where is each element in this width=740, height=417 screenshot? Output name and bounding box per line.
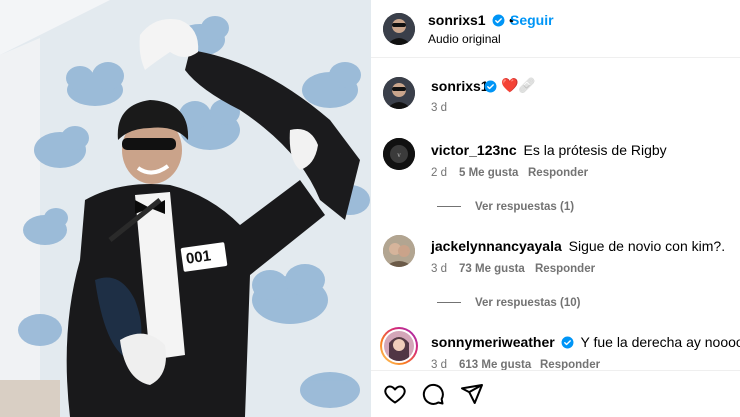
post-header: sonrixs1 • Seguir Audio original	[371, 0, 740, 58]
caption-username[interactable]: sonrixs1	[431, 78, 489, 94]
reply-button[interactable]: Responder	[535, 263, 595, 275]
verified-badge-icon	[492, 14, 505, 27]
comment-avatar[interactable]	[383, 235, 415, 267]
replies-divider	[437, 206, 461, 208]
comment-username[interactable]: jackelynnancyayala	[431, 238, 562, 254]
comment-text: Es la prótesis de Rigby	[523, 142, 667, 158]
comment-text: Sigue de novio con kim?.	[568, 238, 726, 254]
reply-button[interactable]: Responder	[528, 167, 588, 179]
author-avatar[interactable]	[383, 13, 415, 45]
paper-plane-icon[interactable]	[460, 382, 484, 406]
heart-icon[interactable]	[383, 382, 407, 406]
comment-line: sonnymeriweather Y fue la derecha ay noo…	[431, 334, 740, 350]
follow-button[interactable]: Seguir	[510, 12, 554, 28]
number-badge-text: 001	[184, 247, 213, 268]
comment-age: 3 d	[431, 359, 447, 370]
replies-divider	[437, 302, 461, 304]
caption-text: ❤️🩹	[501, 77, 536, 93]
comment-age: 3 d	[431, 263, 447, 275]
comment-username[interactable]: victor_123nc	[431, 142, 517, 158]
comment-likes[interactable]: 73 Me gusta	[459, 263, 525, 275]
comments-section: sonrixs1 ❤️🩹 3 d v victor_123nc Es la pr…	[371, 58, 740, 370]
comment-username[interactable]: sonnymeriweather	[431, 334, 555, 350]
view-replies-label: Ver respuestas (10)	[475, 297, 581, 309]
caption-avatar[interactable]	[383, 77, 415, 109]
verified-badge-icon	[561, 336, 574, 349]
comment-line: jackelynnancyayala Sigue de novio con ki…	[431, 238, 725, 254]
story-ring[interactable]	[380, 327, 418, 365]
post-actions	[371, 370, 740, 417]
view-replies-label: Ver respuestas (1)	[475, 201, 575, 213]
author-username[interactable]: sonrixs1	[428, 12, 486, 28]
comment-avatar	[384, 331, 414, 361]
reply-button[interactable]: Responder	[540, 359, 600, 370]
view-replies-button[interactable]: Ver respuestas (1)	[437, 201, 574, 213]
view-replies-button[interactable]: Ver respuestas (10)	[437, 297, 580, 309]
post-image	[0, 0, 371, 417]
svg-text:v: v	[397, 151, 401, 159]
comment-bubble-icon[interactable]	[421, 382, 445, 406]
comment-likes[interactable]: 5 Me gusta	[459, 167, 518, 179]
audio-label[interactable]: Audio original	[428, 32, 501, 46]
post-panel: sonrixs1 • Seguir Audio original sonrixs…	[371, 0, 740, 417]
comment-line: victor_123nc Es la prótesis de Rigby	[431, 142, 667, 158]
caption-age: 3 d	[431, 102, 447, 114]
verified-badge-icon	[484, 80, 497, 93]
comment-likes[interactable]: 613 Me gusta	[459, 359, 531, 370]
comment-age: 2 d	[431, 167, 447, 179]
post-photo[interactable]: 001	[0, 0, 371, 417]
comment-text: Y fue la derecha ay nooooo	[580, 334, 740, 350]
comment-avatar[interactable]: v	[383, 138, 415, 170]
